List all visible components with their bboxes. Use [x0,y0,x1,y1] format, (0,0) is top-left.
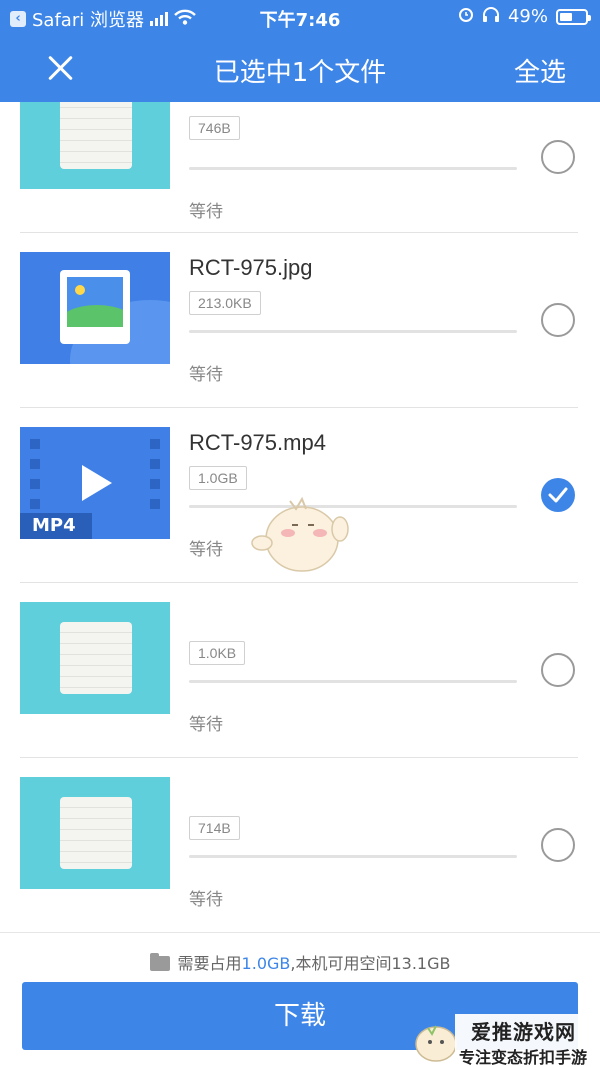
nav-bar: 已选中1个文件 全选 [0,34,600,102]
status-bar: ‹ Safari 浏览器 下午7:46 49% [0,0,600,34]
file-status: 等待 [189,365,223,385]
document-icon [60,622,132,694]
battery-icon [556,8,591,25]
file-select-radio[interactable] [541,303,575,337]
storage-info: 需要占用1.0GB,本机可用空间13.1GB [0,950,600,974]
film-strip-right [150,439,160,509]
file-select-radio[interactable] [541,828,575,862]
progress-bar [189,330,517,333]
progress-bar [189,680,517,683]
file-size: 1.0GB [189,466,247,490]
file-status: 等待 [189,540,223,560]
file-status: 等待 [189,890,223,910]
watermark-title: 爱推游戏网 [471,1020,576,1044]
file-row[interactable]: RCT-975.jpg 213.0KB 等待 [0,233,600,408]
watermark: 爱推游戏网 专注变态折扣手游 [455,1014,600,1067]
file-select-radio[interactable] [541,653,575,687]
film-strip-left [30,439,40,509]
file-size: 213.0KB [189,291,261,315]
progress-bar [189,855,517,858]
file-row[interactable]: 746B 等待 [0,102,600,233]
file-status: 等待 [189,715,223,735]
progress-bar [189,167,517,170]
alarm-icon [458,6,474,27]
watermark-mascot-icon [415,1025,457,1062]
txt-file-thumbnail [20,777,170,889]
file-size: 746B [189,116,240,140]
file-size: 714B [189,816,240,840]
document-icon [60,797,132,869]
txt-file-thumbnail [20,602,170,714]
file-size: 1.0KB [189,641,246,665]
space-needed: 1.0GB [241,954,291,973]
document-icon [60,102,132,169]
image-file-thumbnail [20,252,170,364]
file-select-radio[interactable] [541,478,575,512]
file-type-badge: MP4 [20,513,92,539]
file-name: RCT-975.jpg [189,255,313,280]
top-bar: ‹ Safari 浏览器 下午7:46 49% 已选中1个文件 全选 [0,0,600,102]
progress-bar [189,505,517,508]
headphones-icon [482,6,500,27]
file-name: RCT-975.mp4 [189,430,326,455]
file-row[interactable]: 714B 等待 [0,758,600,932]
page-title: 已选中1个文件 [213,58,387,88]
folder-icon [149,953,170,971]
video-file-thumbnail: MP4 [20,427,170,539]
play-icon [82,465,112,501]
checkmark-icon [548,487,568,503]
select-all-button[interactable]: 全选 [514,52,566,89]
file-status: 等待 [189,202,223,222]
picture-icon [60,270,130,344]
mascot-sticker [251,496,349,572]
watermark-subtitle: 专注变态折扣手游 [459,1048,588,1067]
battery-percent: 49% [507,6,548,27]
file-select-radio[interactable] [541,140,575,174]
txt-file-thumbnail [20,102,170,189]
file-row[interactable]: 1.0KB 等待 [0,583,600,758]
